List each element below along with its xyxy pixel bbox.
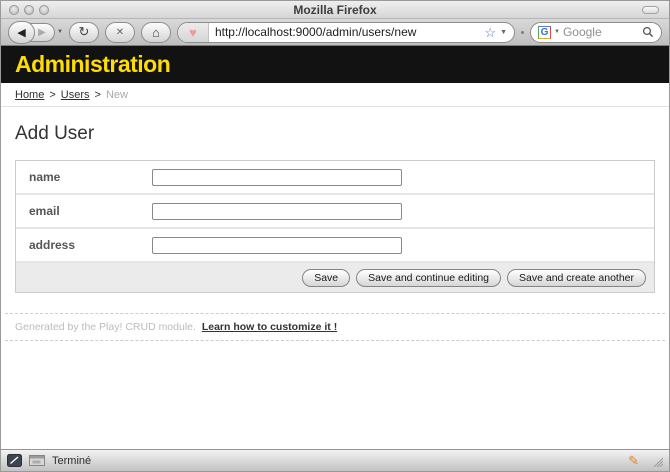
address-field-label: address bbox=[29, 238, 152, 252]
window-panel-icon[interactable] bbox=[29, 455, 45, 466]
form-row-email: email bbox=[16, 195, 654, 229]
breadcrumb-current: New bbox=[106, 89, 128, 101]
form-row-address: address bbox=[16, 229, 654, 263]
customize-link[interactable]: Learn how to customize it ! bbox=[202, 321, 337, 333]
page-content: Add User name email address Save Save an… bbox=[1, 107, 669, 451]
stop-button[interactable]: ✕ bbox=[105, 22, 135, 43]
browser-toolbar: ◀ ▶ ▼ ↻ ✕ ⌂ ♥ ☆ ▼ G ▼ bbox=[1, 19, 669, 46]
status-text: Terminé bbox=[52, 455, 91, 467]
breadcrumb-home-link[interactable]: Home bbox=[15, 89, 44, 101]
close-window-button[interactable] bbox=[9, 5, 19, 15]
save-and-continue-button[interactable]: Save and continue editing bbox=[356, 269, 501, 287]
home-icon: ⌂ bbox=[152, 25, 160, 40]
save-button[interactable]: Save bbox=[302, 269, 350, 287]
breadcrumb: Home > Users > New bbox=[1, 83, 669, 107]
email-input[interactable] bbox=[152, 203, 402, 220]
titlebar: Mozilla Firefox bbox=[1, 1, 669, 19]
favicon-zone: ♥ bbox=[178, 23, 209, 42]
search-box: G ▼ bbox=[530, 22, 662, 43]
url-bar: ♥ ☆ ▼ bbox=[177, 22, 515, 43]
breadcrumb-separator: > bbox=[49, 89, 55, 101]
window-title: Mozilla Firefox bbox=[1, 3, 669, 17]
google-engine-icon[interactable]: G bbox=[538, 26, 551, 39]
add-user-form: name email address Save Save and continu… bbox=[15, 160, 655, 293]
breadcrumb-users-link[interactable]: Users bbox=[61, 89, 90, 101]
history-dropdown-icon[interactable]: ▼ bbox=[57, 29, 63, 35]
url-dropdown-icon[interactable]: ▼ bbox=[500, 29, 507, 36]
url-input[interactable] bbox=[209, 25, 484, 39]
email-field-label: email bbox=[29, 204, 152, 218]
name-field-label: name bbox=[29, 170, 152, 184]
page-title: Add User bbox=[15, 123, 655, 145]
search-input[interactable] bbox=[563, 25, 639, 39]
browser-window: Mozilla Firefox ◀ ▶ ▼ ↻ ✕ ⌂ ♥ ☆ bbox=[0, 0, 670, 472]
app-title: Administration bbox=[15, 51, 170, 78]
address-input[interactable] bbox=[152, 237, 402, 254]
search-engine-dropdown-icon[interactable]: ▼ bbox=[554, 29, 560, 35]
bookmark-star-icon[interactable]: ☆ bbox=[484, 26, 496, 39]
reload-icon: ↻ bbox=[79, 24, 90, 40]
name-input[interactable] bbox=[152, 169, 402, 186]
minimize-window-button[interactable] bbox=[24, 5, 34, 15]
breadcrumb-separator: > bbox=[95, 89, 101, 101]
search-icon[interactable] bbox=[642, 26, 654, 38]
stop-icon: ✕ bbox=[116, 27, 124, 38]
toolbar-toggle-button[interactable] bbox=[642, 6, 659, 14]
heart-icon: ♥ bbox=[189, 26, 197, 39]
home-button[interactable]: ⌂ bbox=[141, 22, 171, 43]
reload-button[interactable]: ↻ bbox=[69, 22, 99, 43]
pencil-addon-icon[interactable]: ✎ bbox=[628, 454, 639, 467]
nav-button-group: ◀ ▶ ▼ bbox=[8, 21, 63, 44]
zoom-window-button[interactable] bbox=[39, 5, 49, 15]
back-icon: ◀ bbox=[17, 26, 25, 39]
toolbar-separator-dot bbox=[521, 31, 524, 34]
form-row-name: name bbox=[16, 161, 654, 195]
status-bar: Terminé ✎ bbox=[1, 449, 669, 471]
page-footer: Generated by the Play! CRUD module. Lear… bbox=[5, 313, 665, 341]
forward-icon: ▶ bbox=[38, 27, 46, 38]
window-controls bbox=[9, 5, 49, 15]
back-button[interactable]: ◀ bbox=[8, 21, 35, 44]
footer-text: Generated by the Play! CRUD module. bbox=[15, 321, 196, 333]
form-button-bar: Save Save and continue editing Save and … bbox=[16, 263, 654, 292]
app-header: Administration bbox=[1, 46, 669, 83]
edit-css-icon[interactable] bbox=[7, 454, 22, 467]
save-and-create-another-button[interactable]: Save and create another bbox=[507, 269, 646, 287]
resize-grip[interactable] bbox=[650, 454, 663, 467]
